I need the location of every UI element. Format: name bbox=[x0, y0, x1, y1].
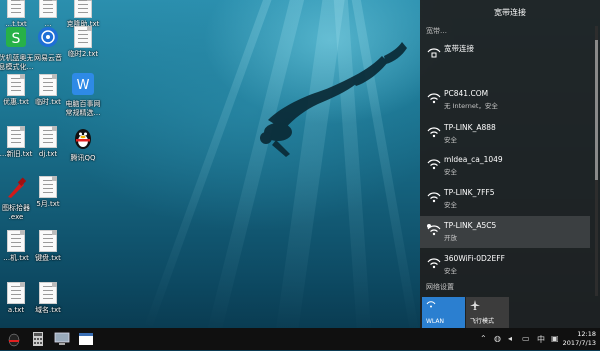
desktop-icon-wps-office[interactable]: W 电脑百事网 常规精选… bbox=[55, 72, 111, 118]
network-status: 安全 bbox=[444, 267, 457, 275]
window-icon bbox=[79, 333, 93, 345]
calculator-icon bbox=[33, 332, 43, 346]
desktop-icon-qq[interactable]: 腾讯QQ bbox=[55, 126, 111, 163]
network-item-tplink-a5c5[interactable]: TP-LINK_A5C5 开放 bbox=[420, 216, 590, 248]
network-status: 安全 bbox=[444, 201, 457, 209]
network-item-mldea[interactable]: mldea_ca_1049 安全 bbox=[420, 150, 590, 182]
network-item-broadband[interactable]: 宽带连接 bbox=[420, 38, 590, 70]
network-status: 开放 bbox=[444, 234, 457, 242]
desktop-icon-text-file[interactable]: 临时2.txt bbox=[55, 26, 111, 59]
panel-title: 宽带连接 bbox=[494, 8, 526, 17]
window-button[interactable] bbox=[78, 331, 94, 347]
clock-date: 2017/7/13 bbox=[562, 338, 596, 347]
network-settings-link[interactable]: 网络设置 bbox=[426, 282, 454, 292]
network-name: TP-LINK_7FF5 bbox=[444, 188, 495, 197]
wifi-icon bbox=[427, 93, 441, 104]
network-name: PC841.COM bbox=[444, 89, 489, 98]
network-status: 安全 bbox=[444, 136, 457, 144]
network-name: TP-LINK_A5C5 bbox=[444, 221, 497, 230]
svg-text:W: W bbox=[77, 78, 90, 93]
tray-expand-icon[interactable]: ⌃ bbox=[480, 334, 487, 343]
text-file-icon bbox=[39, 176, 57, 198]
taskbar-clock[interactable]: 12:18 2017/7/13 bbox=[563, 330, 596, 347]
text-file-icon bbox=[74, 0, 92, 18]
calculator-button[interactable] bbox=[30, 331, 46, 347]
network-list-scrollbar[interactable] bbox=[595, 26, 598, 296]
qq-penguin-icon bbox=[71, 126, 95, 152]
volume-icon[interactable]: ◂ bbox=[508, 334, 512, 343]
network-item-360wifi[interactable]: 360WiFi-0D2EFF 安全 bbox=[420, 249, 590, 281]
wifi-icon bbox=[427, 192, 441, 203]
dialup-icon bbox=[427, 48, 441, 58]
clock-time: 12:18 bbox=[577, 330, 596, 338]
explorer-button[interactable] bbox=[54, 331, 70, 347]
battery-icon[interactable]: ▭ bbox=[522, 334, 530, 343]
network-item-pc841[interactable]: PC841.COM 无 Internet，安全 bbox=[420, 84, 590, 116]
computer-icon bbox=[54, 332, 70, 345]
network-tray-icon[interactable]: ◍ bbox=[494, 334, 501, 343]
network-status: 无 Internet，安全 bbox=[444, 102, 498, 110]
network-item-tplink-7ff5[interactable]: TP-LINK_7FF5 安全 bbox=[420, 183, 590, 215]
airplane-mode-tile[interactable]: 飞行模式 bbox=[466, 297, 509, 328]
network-item-tplink-a888[interactable]: TP-LINK_A888 安全 bbox=[420, 118, 590, 150]
text-file-icon bbox=[74, 26, 92, 48]
panel-subtitle: 宽带… bbox=[426, 27, 447, 35]
tile-label: 飞行模式 bbox=[470, 318, 495, 325]
desktop-icon-text-file[interactable]: 域名.txt bbox=[20, 282, 76, 315]
wifi-icon bbox=[427, 127, 441, 138]
taskbar: ⌃ ◍ ◂ ▭ 中 ▣ 12:18 2017/7/13 bbox=[0, 328, 600, 350]
start-button[interactable] bbox=[6, 331, 22, 347]
text-file-icon bbox=[39, 230, 57, 252]
network-name: 360WiFi-0D2EFF bbox=[444, 254, 505, 263]
wps-w-icon: W bbox=[71, 72, 95, 98]
desktop-icon-text-file[interactable]: 克隆助.txt bbox=[55, 0, 111, 29]
notification-icon[interactable]: ▣ bbox=[551, 334, 559, 343]
network-name: mldea_ca_1049 bbox=[444, 155, 503, 164]
wlan-tile[interactable]: WLAN bbox=[422, 297, 465, 328]
wifi-icon bbox=[427, 258, 441, 269]
desktop-icon-text-file[interactable]: 5月.txt bbox=[20, 176, 76, 209]
scrollbar-thumb[interactable] bbox=[595, 40, 598, 180]
wifi-open-icon bbox=[427, 224, 441, 236]
wifi-icon bbox=[426, 301, 436, 308]
network-flyout: 宽带连接 宽带… 宽带连接 PC841.COM 无 Internet，安全 TP… bbox=[420, 0, 600, 328]
tile-label: WLAN bbox=[426, 318, 445, 325]
airplane-icon bbox=[470, 300, 480, 310]
network-name: TP-LINK_A888 bbox=[444, 123, 496, 132]
wifi-icon bbox=[427, 159, 441, 170]
desktop-icon-text-file[interactable]: 键盘.txt bbox=[20, 230, 76, 263]
network-status: 安全 bbox=[444, 168, 457, 176]
text-file-icon bbox=[39, 282, 57, 304]
network-name: 宽带连接 bbox=[444, 44, 474, 53]
penguin-start-icon bbox=[8, 333, 20, 347]
ime-indicator[interactable]: 中 bbox=[537, 334, 545, 345]
